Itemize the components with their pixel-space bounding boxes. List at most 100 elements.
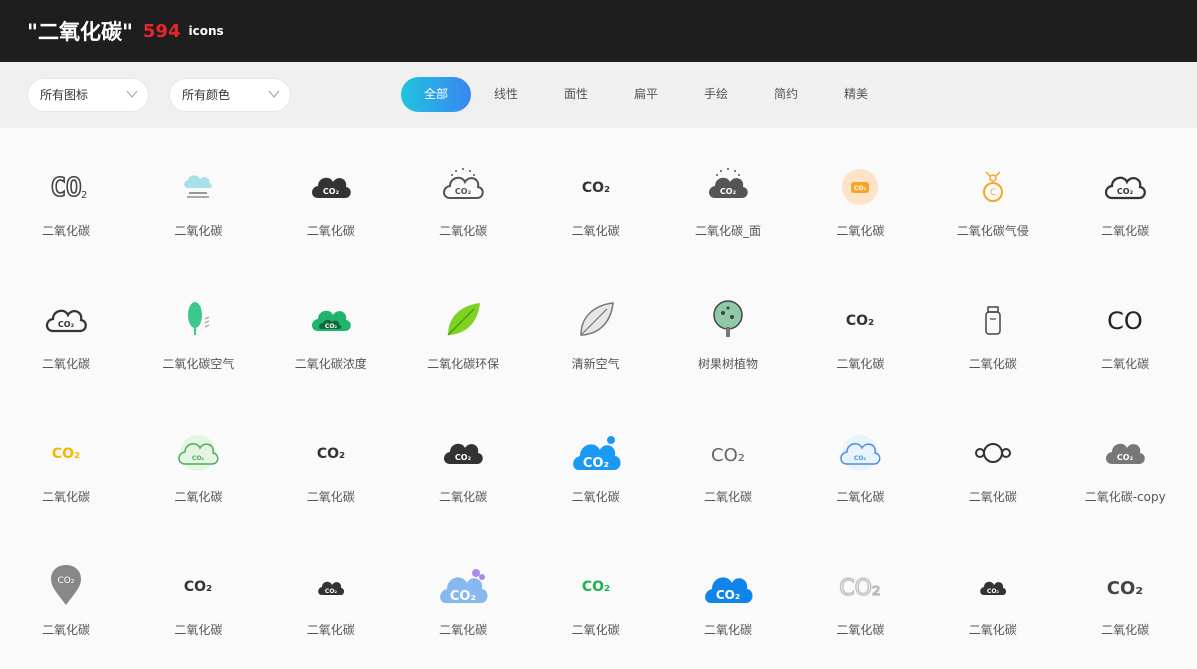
co2-gray-cloud-icon: CO₂ bbox=[1100, 428, 1150, 478]
co2-green-circle-icon: CO₂ bbox=[173, 428, 223, 478]
icon-card[interactable]: CO₂ 二氧化碳 bbox=[265, 128, 397, 261]
co2-outline-text-icon: CO 2 bbox=[41, 162, 91, 212]
svg-text:CO₂: CO₂ bbox=[840, 576, 882, 601]
bottle-icon bbox=[968, 295, 1018, 345]
svg-text:CO₂: CO₂ bbox=[582, 456, 608, 471]
icon-card[interactable]: 树果树植物 bbox=[662, 261, 794, 394]
co2-light-blue-big-cloud-icon: CO₂ bbox=[438, 561, 488, 611]
icon-label: 二氧化碳空气 bbox=[162, 357, 235, 371]
icon-card[interactable]: 二氧化碳环保 bbox=[397, 261, 529, 394]
icon-card[interactable]: CO₂ 二氧化碳 bbox=[265, 527, 397, 660]
icon-card[interactable]: CO 二氧化碳 bbox=[1059, 261, 1191, 394]
tab-handdrawn[interactable]: 手绘 bbox=[681, 77, 751, 112]
icon-card[interactable]: CO₂ 二氧化碳 bbox=[927, 527, 1059, 660]
filter-bar: 所有图标 所有颜色 全部 线性 面性 扁平 手绘 简约 精美 bbox=[0, 62, 1197, 128]
icon-label: 二氧化碳浓度 bbox=[294, 357, 367, 371]
icon-card[interactable]: CO₂ 二氧化碳 bbox=[794, 394, 926, 527]
icon-label: 二氧化碳 bbox=[703, 623, 752, 637]
tab-flat[interactable]: 扁平 bbox=[611, 77, 681, 112]
svg-text:CO₂: CO₂ bbox=[1117, 187, 1134, 196]
icon-card[interactable]: CO₂ 二氧化碳 bbox=[132, 527, 264, 660]
icon-type-select[interactable]: 所有图标 bbox=[27, 78, 149, 112]
co2-text-icon: CO₂ bbox=[173, 561, 223, 611]
icon-card[interactable]: CO₂ 二氧化碳-copy bbox=[1059, 394, 1191, 527]
icon-card[interactable]: CO₂ 二氧化碳 bbox=[397, 527, 529, 660]
co2-cloud-outline-icon: CO₂ bbox=[1100, 162, 1150, 212]
icon-card[interactable]: CO₂ 二氧化碳 bbox=[794, 261, 926, 394]
icon-label: 二氧化碳 bbox=[836, 623, 885, 637]
icon-card[interactable]: 二氧化碳 bbox=[927, 394, 1059, 527]
icon-label: 二氧化碳 bbox=[439, 224, 488, 238]
icon-card[interactable]: CO₂ 二氧化碳 bbox=[530, 394, 662, 527]
svg-text:CO₂: CO₂ bbox=[1107, 578, 1143, 599]
icon-label: 二氧化碳 bbox=[174, 623, 223, 637]
icon-label: 二氧化碳 bbox=[968, 357, 1017, 371]
icon-label: 二氧化碳 bbox=[836, 357, 885, 371]
tab-refined[interactable]: 精美 bbox=[821, 77, 891, 112]
co2-bubble-orange-icon: C bbox=[968, 162, 1018, 212]
svg-text:CO₂: CO₂ bbox=[581, 180, 609, 196]
icon-card[interactable]: 二氧化碳 bbox=[132, 128, 264, 261]
icon-card[interactable]: CO₂ 二氧化碳 bbox=[0, 527, 132, 660]
icon-card[interactable]: CO₂ 二氧化碳 bbox=[530, 527, 662, 660]
svg-text:CO: CO bbox=[50, 173, 81, 203]
icon-label: 二氧化碳 bbox=[836, 490, 885, 504]
co2-text-icon: CO₂ bbox=[306, 428, 356, 478]
air-pollution-cloud-icon bbox=[173, 162, 223, 212]
icon-card[interactable]: 二氧化碳 bbox=[927, 261, 1059, 394]
co2-orange-badge-icon: CO₂ bbox=[835, 162, 885, 212]
icon-label: 二氧化碳 bbox=[703, 490, 752, 504]
tab-all[interactable]: 全部 bbox=[401, 77, 471, 112]
search-keyword-title: "二氧化碳" bbox=[27, 20, 133, 44]
tab-line[interactable]: 线性 bbox=[471, 77, 541, 112]
icon-card[interactable]: CO₂ 二氧化碳 bbox=[530, 128, 662, 261]
icon-card[interactable]: CO 2 二氧化碳 bbox=[0, 128, 132, 261]
icon-label: 二氧化碳 bbox=[836, 224, 885, 238]
svg-text:CO₂: CO₂ bbox=[711, 445, 745, 466]
icon-label: 二氧化碳 bbox=[41, 490, 90, 504]
icon-card[interactable]: CO₂ 二氧化碳_面 bbox=[662, 128, 794, 261]
tab-simple[interactable]: 简约 bbox=[751, 77, 821, 112]
svg-text:CO₂: CO₂ bbox=[581, 579, 609, 595]
svg-text:CO₂: CO₂ bbox=[854, 455, 867, 462]
icon-card[interactable]: CO₂ 二氧化碳 bbox=[265, 394, 397, 527]
icon-card[interactable]: CO₂ 二氧化碳 bbox=[662, 394, 794, 527]
co2-light-blue-cloud-icon: CO₂ bbox=[835, 428, 885, 478]
svg-text:CO₂: CO₂ bbox=[854, 185, 867, 192]
icon-card[interactable]: CO₂ 二氧化碳 bbox=[794, 128, 926, 261]
icon-card[interactable]: CO₂ 二氧化碳 bbox=[0, 261, 132, 394]
svg-text:CO₂: CO₂ bbox=[58, 320, 75, 329]
icon-type-select-value: 所有图标 bbox=[40, 88, 89, 102]
icon-label: 二氧化碳 bbox=[439, 623, 488, 637]
icon-label: 清新空气 bbox=[571, 357, 620, 371]
icon-card[interactable]: CO₂ 二氧化碳 bbox=[794, 527, 926, 660]
icon-card[interactable]: C 二氧化碳气侵 bbox=[927, 128, 1059, 261]
svg-text:CO₂: CO₂ bbox=[455, 187, 472, 196]
icon-card[interactable]: 清新空气 bbox=[530, 261, 662, 394]
icon-label: 二氧化碳 bbox=[1101, 224, 1150, 238]
svg-text:CO₂: CO₂ bbox=[455, 453, 472, 462]
icon-card[interactable]: 二氧化碳空气 bbox=[132, 261, 264, 394]
chevron-down-icon bbox=[126, 90, 138, 98]
svg-text:CO₂: CO₂ bbox=[192, 455, 205, 462]
co2-thin-text-icon: CO₂ bbox=[703, 428, 753, 478]
tab-fill[interactable]: 面性 bbox=[541, 77, 611, 112]
svg-text:CO₂: CO₂ bbox=[450, 589, 476, 604]
icon-card[interactable]: CO₂ 二氧化碳 bbox=[0, 394, 132, 527]
icon-card[interactable]: CO₂ 二氧化碳 bbox=[1059, 128, 1191, 261]
icon-color-select[interactable]: 所有颜色 bbox=[169, 78, 291, 112]
icon-card[interactable]: CO₂ 二氧化碳 bbox=[132, 394, 264, 527]
style-tabs: 全部 线性 面性 扁平 手绘 简约 精美 bbox=[401, 77, 891, 112]
icon-label: 二氧化碳-copy bbox=[1084, 490, 1166, 504]
icon-card[interactable]: CO₂ 二氧化碳 bbox=[397, 394, 529, 527]
svg-text:CO₂: CO₂ bbox=[1117, 453, 1134, 462]
icon-card[interactable]: CO₂ 二氧化碳浓度 bbox=[265, 261, 397, 394]
icon-card[interactable]: CO₂ 二氧化碳 bbox=[397, 128, 529, 261]
icon-card[interactable]: CO₂ 二氧化碳 bbox=[1059, 527, 1191, 660]
leaf-outline-icon bbox=[571, 295, 621, 345]
result-count: 594 bbox=[142, 20, 181, 42]
svg-text:CO₂: CO₂ bbox=[987, 588, 1000, 595]
icon-label: 二氧化碳环保 bbox=[427, 357, 500, 371]
icon-card[interactable]: CO₂ 二氧化碳 bbox=[662, 527, 794, 660]
svg-text:CO₂: CO₂ bbox=[52, 446, 80, 462]
